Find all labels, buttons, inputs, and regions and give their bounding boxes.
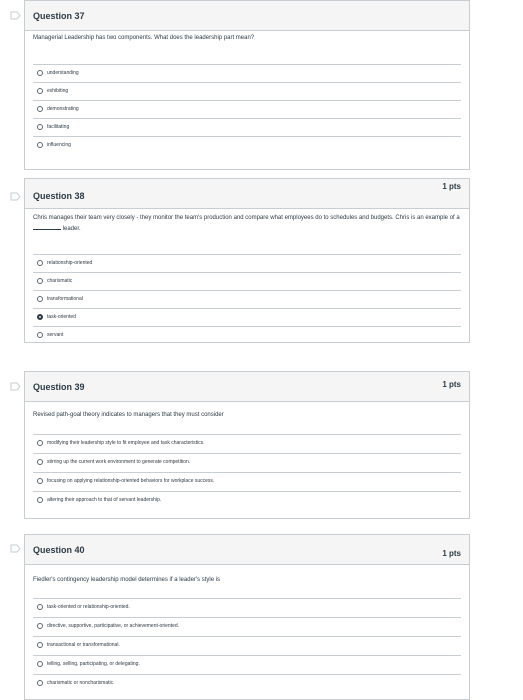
radio-button[interactable] <box>37 70 43 76</box>
prompt-text: Chris manages their team very closely - … <box>33 215 460 221</box>
radio-button[interactable] <box>37 440 43 446</box>
flag-icon[interactable] <box>10 192 21 201</box>
answer-option[interactable]: task-oriented or relationship-oriented. <box>33 598 461 616</box>
radio-button[interactable] <box>37 680 43 686</box>
answer-label: demonstrating <box>47 106 79 112</box>
question-title: Question 39 <box>33 382 85 392</box>
question-card-40: Question 40 1 pts Fiedler's contingency … <box>24 534 470 700</box>
answer-option[interactable]: stirring up the current work environment… <box>33 453 461 471</box>
radio-button[interactable] <box>37 296 43 302</box>
question-header: Question 37 <box>25 1 469 31</box>
question-prompt: Managerial Leadership has two components… <box>33 35 255 41</box>
answer-label: directive, supportive, participative, or… <box>47 623 180 629</box>
radio-button[interactable] <box>37 106 43 112</box>
answer-option[interactable]: understanding <box>33 64 461 82</box>
question-header: Question 39 1 pts <box>25 372 469 402</box>
question-prompt: Chris manages their team very closely - … <box>33 213 461 234</box>
answer-label: exhibiting <box>47 88 69 94</box>
answer-option[interactable]: charismatic <box>33 272 461 290</box>
answer-option[interactable]: task-oriented <box>33 308 461 326</box>
answer-label: servant <box>47 332 64 338</box>
radio-button[interactable] <box>37 478 43 484</box>
flag-icon[interactable] <box>10 382 21 391</box>
question-prompt: Revised path-goal theory indicates to ma… <box>33 412 224 418</box>
answer-label: charismatic or noncharismatic. <box>47 680 115 686</box>
question-title: Question 37 <box>33 11 85 21</box>
radio-button[interactable] <box>37 497 43 503</box>
radio-button[interactable] <box>37 124 43 130</box>
question-header: Question 40 1 pts <box>25 535 469 565</box>
radio-button[interactable] <box>37 661 43 667</box>
radio-button[interactable] <box>37 604 43 610</box>
radio-button[interactable] <box>37 88 43 94</box>
radio-button[interactable] <box>37 142 43 148</box>
answer-option[interactable]: focusing on applying relationship-orient… <box>33 472 461 490</box>
answer-option[interactable]: relationship-oriented <box>33 254 461 272</box>
answer-option[interactable]: transactional or transformational. <box>33 636 461 654</box>
question-header: Question 38 1 pts <box>25 179 469 209</box>
answer-label: task-oriented <box>47 314 76 320</box>
question-title: Question 38 <box>33 191 85 201</box>
radio-button[interactable] <box>37 278 43 284</box>
radio-button[interactable] <box>37 332 43 338</box>
question-card-37: Question 37 Managerial Leadership has tw… <box>24 0 470 170</box>
question-points: 1 pts <box>442 549 461 558</box>
question-card-39: Question 39 1 pts Revised path-goal theo… <box>24 371 470 519</box>
answer-option[interactable]: directive, supportive, participative, or… <box>33 617 461 635</box>
prompt-text-end: leader. <box>62 226 81 232</box>
question-prompt: Fiedler's contingency leadership model d… <box>33 577 221 583</box>
radio-button[interactable] <box>37 459 43 465</box>
flag-icon[interactable] <box>10 544 21 553</box>
radio-button[interactable] <box>37 623 43 629</box>
answer-label: task-oriented or relationship-oriented. <box>47 604 130 610</box>
answer-label: relationship-oriented <box>47 260 93 266</box>
answer-label: telling, selling, participating, or dele… <box>47 661 140 667</box>
question-card-38: Question 38 1 pts Chris manages their te… <box>24 178 470 343</box>
answer-label: understanding <box>47 70 79 76</box>
answer-label: modifying their leadership style to fit … <box>47 440 205 446</box>
radio-button-selected[interactable] <box>37 314 43 320</box>
answer-label: focusing on applying relationship-orient… <box>47 478 215 484</box>
answer-label: stirring up the current work environment… <box>47 459 191 465</box>
answer-option[interactable]: servant <box>33 326 461 344</box>
question-points: 1 pts <box>442 182 461 191</box>
question-title: Question 40 <box>33 545 85 555</box>
answer-option[interactable]: facilitating <box>33 118 461 136</box>
answer-option[interactable]: altering their approach to that of serva… <box>33 491 461 509</box>
answer-option[interactable]: influencing <box>33 136 461 154</box>
answer-label: altering their approach to that of serva… <box>47 497 162 503</box>
fill-in-blank <box>33 223 61 230</box>
answer-label: influencing <box>47 142 71 148</box>
radio-button[interactable] <box>37 642 43 648</box>
question-points: 1 pts <box>442 380 461 389</box>
answer-option[interactable]: telling, selling, participating, or dele… <box>33 655 461 673</box>
answer-option[interactable]: demonstrating <box>33 100 461 118</box>
answer-label: transformational <box>47 296 83 302</box>
answer-option[interactable]: charismatic or noncharismatic. <box>33 674 461 692</box>
answer-label: transactional or transformational. <box>47 642 120 648</box>
flag-icon[interactable] <box>10 11 21 20</box>
answer-label: facilitating <box>47 124 70 130</box>
answer-option[interactable]: exhibiting <box>33 82 461 100</box>
answer-option[interactable]: transformational <box>33 290 461 308</box>
answer-label: charismatic <box>47 278 73 284</box>
answer-option[interactable]: modifying their leadership style to fit … <box>33 434 461 452</box>
radio-button[interactable] <box>37 260 43 266</box>
